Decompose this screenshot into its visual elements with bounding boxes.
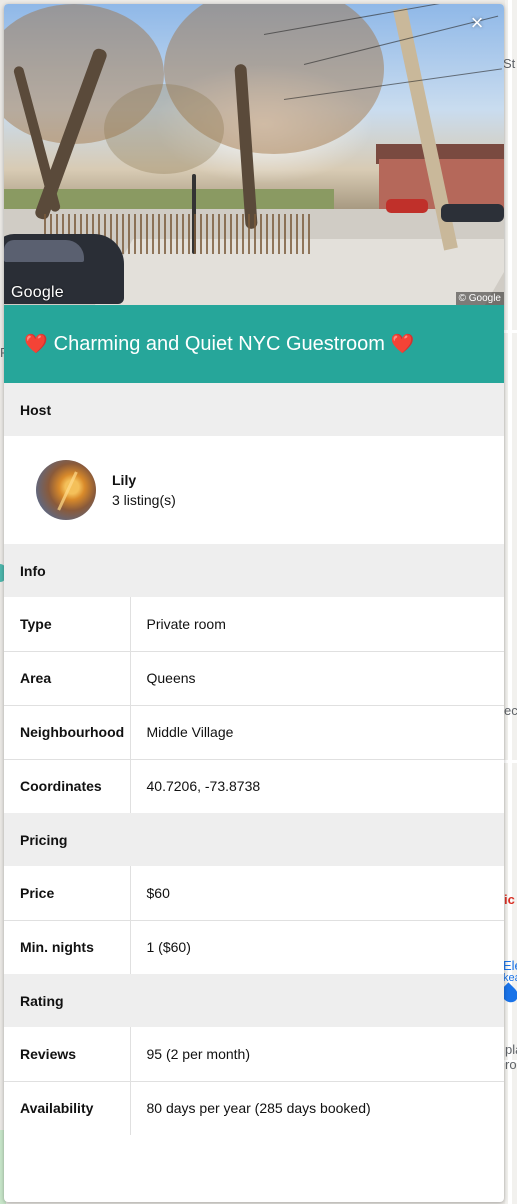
- row-label: Min. nights: [4, 920, 131, 974]
- row-label: Type: [4, 597, 131, 652]
- row-value: Queens: [130, 651, 504, 706]
- copyright-text: © Google: [455, 292, 504, 305]
- map-label: pla: [505, 1042, 517, 1057]
- table-row: Type Private room: [4, 597, 504, 652]
- table-row: Min. nights 1 ($60): [4, 920, 504, 974]
- info-section-header: Info: [4, 544, 504, 597]
- listing-title-bar: ❤️ Charming and Quiet NYC Guestroom ❤️: [4, 305, 504, 383]
- map-road: [504, 330, 517, 333]
- table-row: Area Queens: [4, 651, 504, 706]
- row-label: Reviews: [4, 1027, 131, 1082]
- row-label: Availability: [4, 1081, 131, 1135]
- row-label: Price: [4, 866, 131, 921]
- map-label: St: [503, 56, 516, 71]
- table-row: Reviews 95 (2 per month): [4, 1027, 504, 1082]
- table-row: Price $60: [4, 866, 504, 921]
- heart-icon: ❤️: [390, 334, 415, 355]
- row-label: Area: [4, 651, 131, 706]
- table-row: Availability 80 days per year (285 days …: [4, 1081, 504, 1135]
- google-logo: Google: [11, 284, 64, 301]
- row-label: Coordinates: [4, 759, 131, 813]
- row-value: Private room: [130, 597, 504, 652]
- listing-title: Charming and Quiet NYC Guestroom: [53, 332, 385, 355]
- host-listing-count: 3 listing(s): [112, 492, 176, 508]
- map-label: ron: [505, 1057, 517, 1072]
- info-table: Type Private room Area Queens Neighbourh…: [4, 597, 504, 813]
- table-row: Coordinates 40.7206, -73.8738: [4, 759, 504, 813]
- row-value: $60: [130, 866, 504, 921]
- host-name: Lily: [112, 472, 137, 488]
- map-label: ect: [504, 703, 517, 718]
- avatar: [36, 460, 96, 520]
- rating-table: Reviews 95 (2 per month) Availability 80…: [4, 1027, 504, 1135]
- listing-info-panel: Google © Google × ❤️ Charming and Quiet …: [4, 4, 504, 1202]
- row-value: 40.7206, -73.8738: [146, 778, 261, 795]
- map-label: Ele: [503, 958, 517, 973]
- host-row: Lily 3 listing(s): [4, 436, 504, 544]
- map-road: [508, 0, 512, 1204]
- host-section-header: Host: [4, 383, 504, 436]
- table-row: Neighbourhood Middle Village: [4, 705, 504, 760]
- close-icon[interactable]: ×: [466, 12, 488, 34]
- pricing-section-header: Pricing: [4, 813, 504, 866]
- pricing-table: Price $60 Min. nights 1 ($60): [4, 866, 504, 974]
- row-value: Middle Village: [130, 705, 504, 760]
- street-view-photo[interactable]: Google © Google ×: [4, 4, 504, 305]
- row-value: 80 days per year (285 days booked): [146, 1100, 371, 1117]
- row-label: Neighbourhood: [4, 705, 131, 760]
- heart-icon: ❤️: [24, 334, 48, 355]
- row-value: 1 ($60): [146, 939, 191, 956]
- rating-section-header: Rating: [4, 974, 504, 1027]
- row-value: 95 (2 per month): [130, 1027, 504, 1082]
- map-label: kea: [503, 972, 517, 984]
- map-label: ic: [504, 892, 515, 907]
- map-road: [504, 760, 517, 763]
